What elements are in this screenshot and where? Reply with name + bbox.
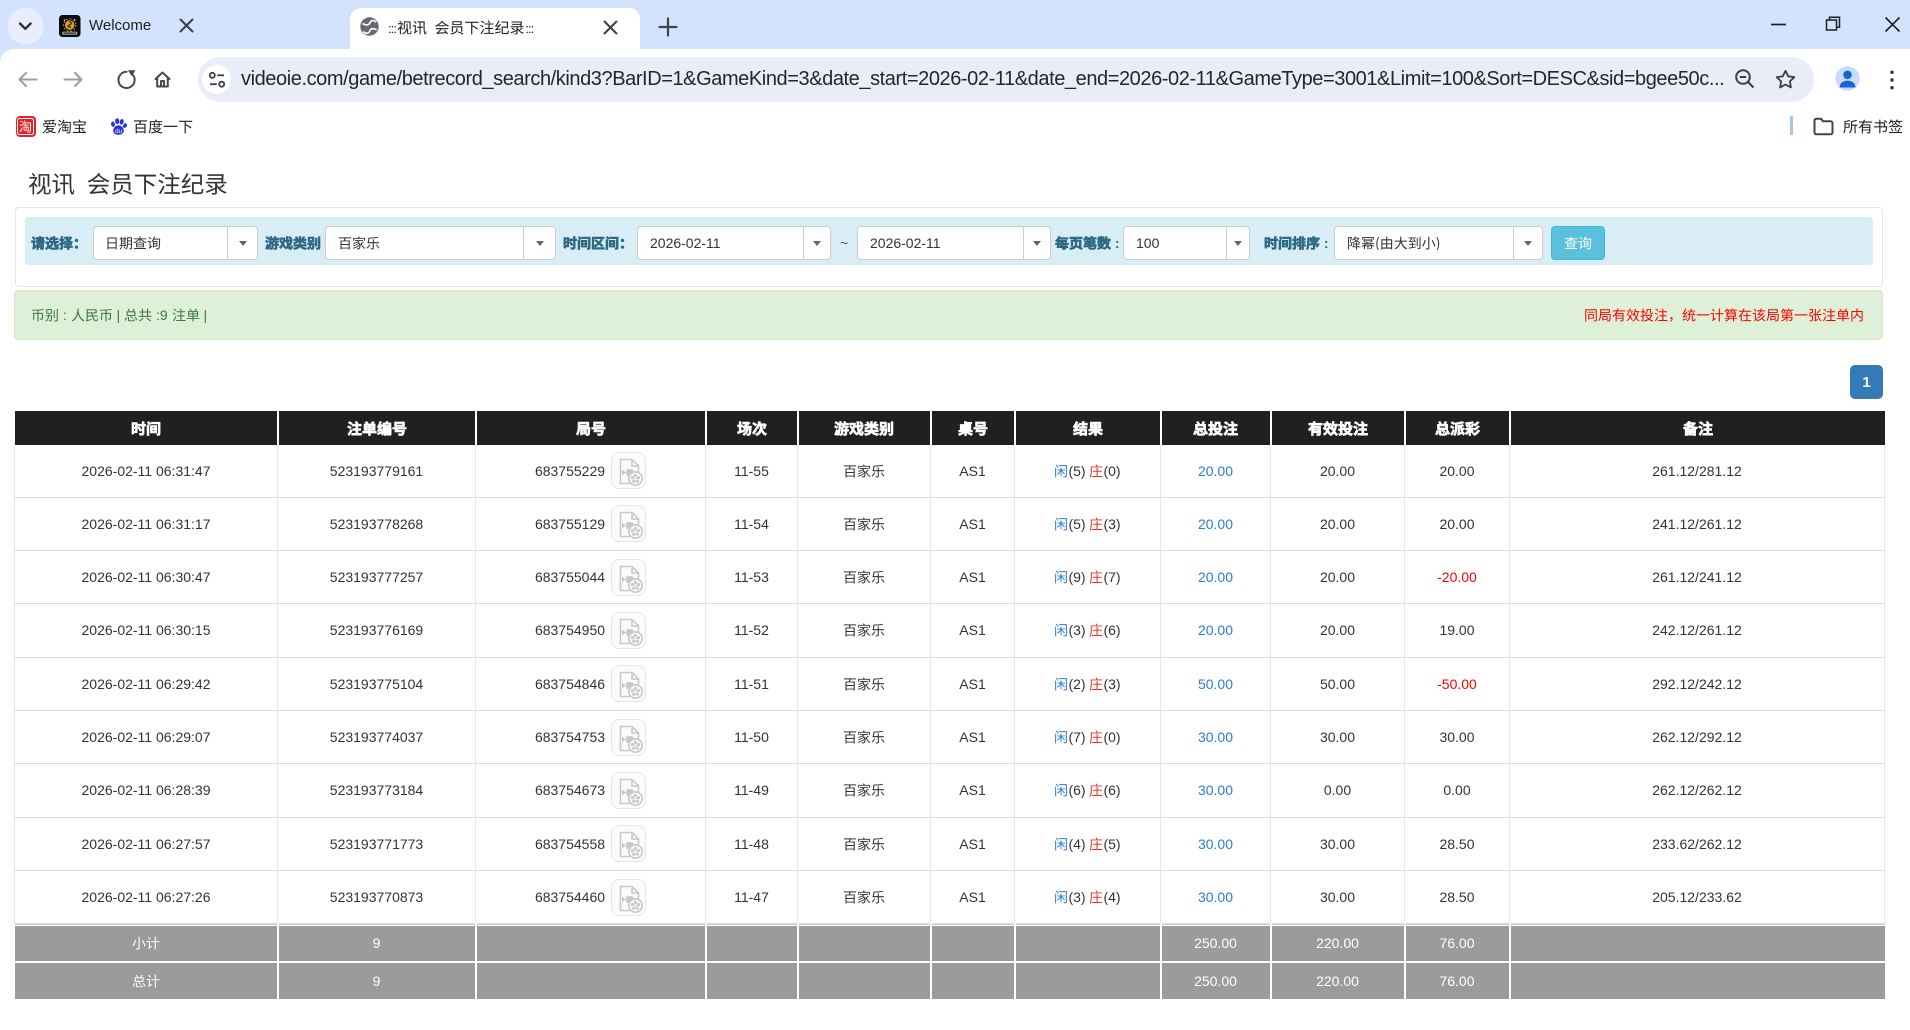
svg-text:du: du [115, 128, 122, 135]
